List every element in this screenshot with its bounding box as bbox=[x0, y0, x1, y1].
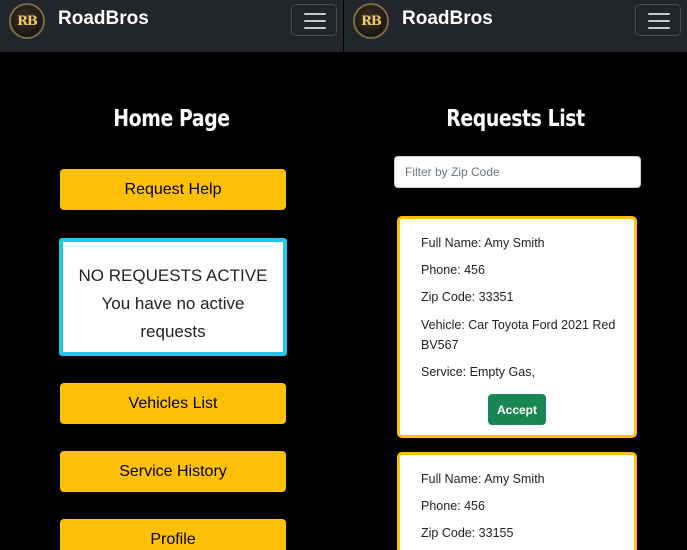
page-title: Requests List bbox=[446, 106, 585, 132]
request-service: Service: Empty Gas, bbox=[421, 365, 535, 379]
logo-text: RB bbox=[17, 13, 38, 29]
brand-name[interactable]: RoadBros bbox=[402, 8, 493, 30]
page-title: Home Page bbox=[113, 106, 230, 132]
request-zip: Zip Code: 33351 bbox=[421, 290, 514, 304]
request-card: Full Name: Amy Smith Phone: 456 Zip Code… bbox=[397, 452, 637, 550]
request-vehicle: Vehicle: Car Toyota Ford 2021 Red BV567 bbox=[421, 318, 616, 352]
status-headline: NO REQUESTS ACTIVE bbox=[78, 266, 268, 285]
roadbros-logo[interactable]: RB bbox=[9, 3, 45, 39]
request-help-button[interactable]: Request Help bbox=[60, 169, 286, 210]
hamburger-menu-icon bbox=[304, 13, 326, 29]
menu-toggle-button[interactable] bbox=[291, 4, 337, 36]
accept-button[interactable]: Accept bbox=[488, 394, 546, 425]
profile-button[interactable]: Profile bbox=[60, 519, 286, 550]
request-phone: Phone: 456 bbox=[421, 499, 485, 513]
request-card: Full Name: Amy Smith Phone: 456 Zip Code… bbox=[397, 216, 637, 438]
requests-list-view: RB RoadBros Requests List Full Name: Amy… bbox=[344, 0, 687, 550]
status-message: You have no active requests bbox=[101, 294, 245, 341]
request-phone: Phone: 456 bbox=[421, 263, 485, 277]
navbar: RB RoadBros bbox=[344, 0, 687, 52]
roadbros-logo[interactable]: RB bbox=[353, 3, 389, 39]
request-full-name: Full Name: Amy Smith bbox=[421, 472, 545, 486]
request-zip: Zip Code: 33155 bbox=[421, 526, 514, 540]
logo-text: RB bbox=[361, 13, 382, 29]
zip-filter-input[interactable] bbox=[394, 156, 641, 188]
menu-toggle-button[interactable] bbox=[635, 4, 681, 36]
request-full-name: Full Name: Amy Smith bbox=[421, 236, 545, 250]
vehicles-list-button[interactable]: Vehicles List bbox=[60, 383, 286, 424]
status-box: NO REQUESTS ACTIVE You have no active re… bbox=[59, 238, 287, 356]
brand-name[interactable]: RoadBros bbox=[58, 8, 149, 30]
hamburger-menu-icon bbox=[648, 13, 670, 29]
service-history-button[interactable]: Service History bbox=[60, 451, 286, 492]
home-page-view: RB RoadBros Home Page Request Help NO RE… bbox=[0, 0, 343, 550]
navbar: RB RoadBros bbox=[0, 0, 343, 52]
